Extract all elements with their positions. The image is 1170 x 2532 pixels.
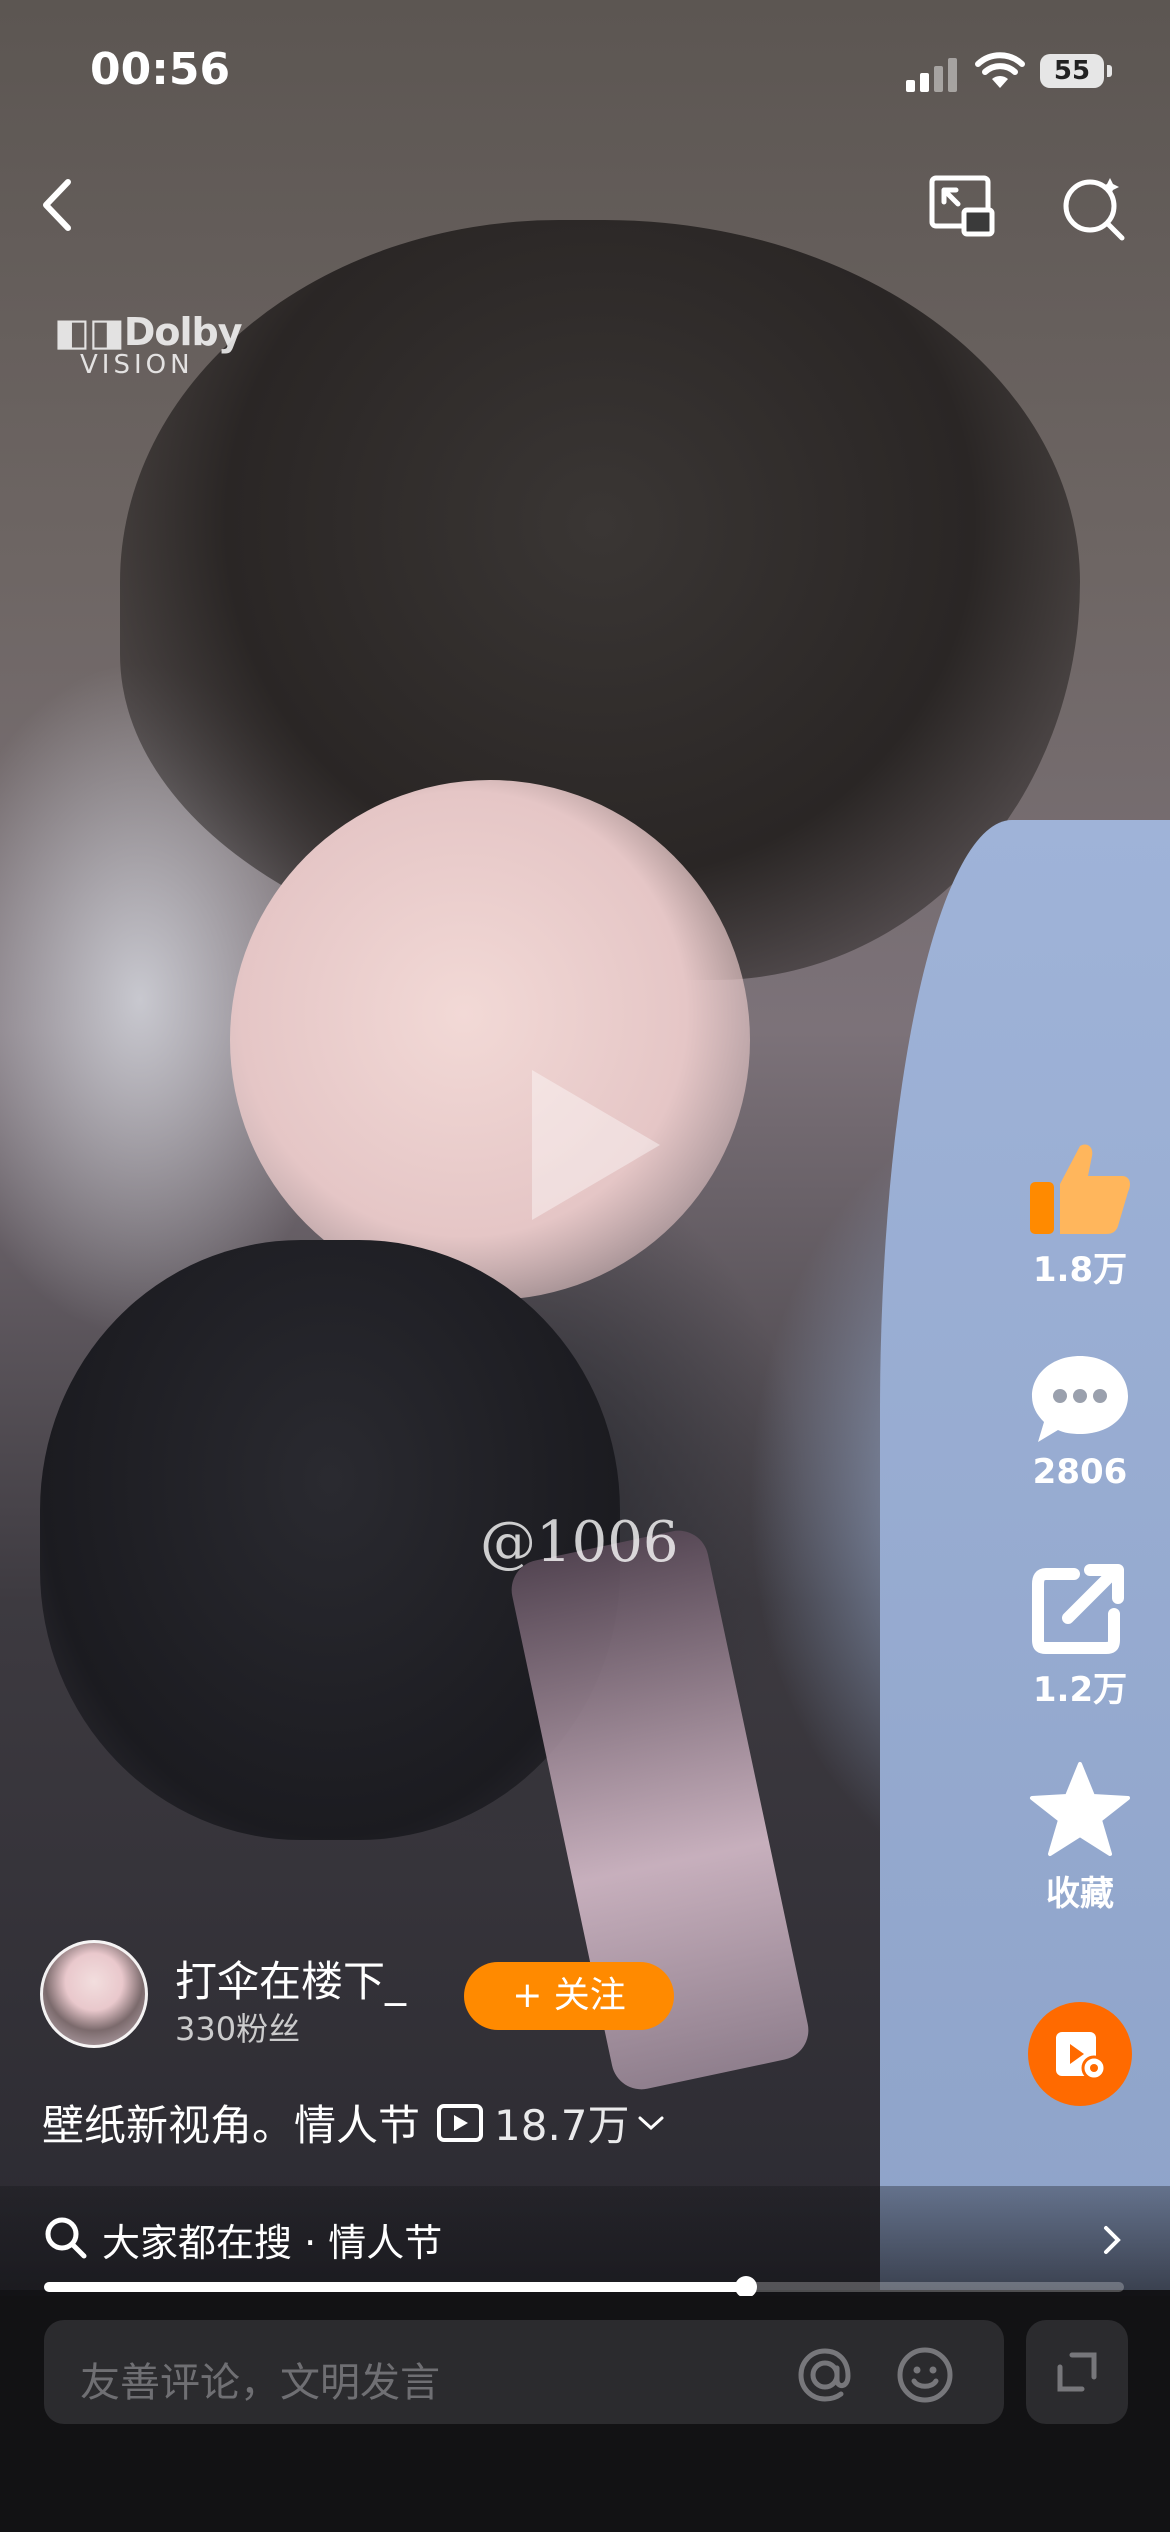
chevron-right-icon — [1104, 2226, 1121, 2254]
mention-icon[interactable] — [796, 2346, 854, 2404]
video-caption: 壁纸新视角。情人节 18.7万 — [42, 2092, 666, 2153]
comment-icon — [1032, 1356, 1128, 1442]
video-watermark: @1006 — [480, 1510, 679, 1575]
battery-indicator: 55 — [1040, 54, 1112, 88]
status-bar: 00:56 55 — [0, 0, 1170, 150]
status-time: 00:56 — [90, 44, 231, 95]
video-progress-bar[interactable] — [44, 2276, 1124, 2298]
play-icon[interactable] — [520, 1060, 670, 1230]
search-icon — [45, 2217, 87, 2259]
author-name[interactable]: 打伞在楼下_ — [175, 1948, 406, 2009]
thumbs-up-icon — [1030, 1144, 1130, 1234]
favorite-button[interactable]: 收藏 — [1020, 1760, 1140, 1915]
video-collection-icon — [1056, 2032, 1107, 2081]
expand-icon — [1057, 2352, 1097, 2392]
trending-search-bar[interactable]: 大家都在搜 · 情人节 — [0, 2186, 1170, 2296]
dolby-brand: Dolby — [123, 310, 243, 354]
follow-button[interactable]: + 关注 — [464, 1962, 674, 2030]
comment-button[interactable]: 2806 — [1020, 1350, 1140, 1492]
share-count: 1.2万 — [1032, 1670, 1128, 1710]
caption-text: 壁纸新视角。情人节 — [42, 2101, 421, 2150]
view-count: 18.7万 — [494, 2101, 630, 2150]
like-button[interactable]: 1.8万 — [1020, 1140, 1140, 1291]
avatar[interactable] — [40, 1940, 148, 2048]
view-count-toggle[interactable]: 18.7万 — [436, 2092, 666, 2153]
author-info: 打伞在楼下_ 330粉丝 + 关注 — [40, 1940, 740, 2050]
expand-button[interactable] — [1026, 2320, 1128, 2424]
comment-bar: 友善评论，文明发言 — [0, 2296, 1170, 2532]
star-icon — [1030, 1762, 1130, 1856]
dolby-logo-icon: ◧◨ — [54, 310, 125, 354]
comment-input[interactable]: 友善评论，文明发言 — [44, 2320, 1004, 2424]
author-fans: 330粉丝 — [175, 2010, 301, 2048]
mini-player-fab[interactable] — [1028, 2002, 1132, 2106]
pip-icon[interactable] — [926, 170, 998, 242]
share-icon — [1032, 1564, 1124, 1654]
play-count-icon — [437, 2103, 484, 2142]
back-icon[interactable] — [30, 170, 90, 240]
dolby-subtitle: VISION — [80, 350, 194, 380]
favorite-label: 收藏 — [1046, 1874, 1114, 1914]
comment-count: 2806 — [1032, 1452, 1128, 1492]
trending-search-text: 大家都在搜 · 情人节 — [102, 2221, 443, 2265]
wifi-icon — [975, 52, 1025, 88]
search-icon[interactable] — [1058, 170, 1130, 242]
emoji-icon[interactable] — [896, 2346, 954, 2404]
dolby-vision-badge: ◧◨Dolby VISION — [54, 310, 243, 380]
video-frame-face — [230, 780, 750, 1300]
chevron-down-icon — [638, 2116, 664, 2130]
progress-thumb[interactable] — [735, 2276, 757, 2298]
signal-icon — [906, 58, 957, 92]
like-count: 1.8万 — [1032, 1250, 1128, 1290]
progress-fill — [44, 2282, 746, 2292]
share-button[interactable]: 1.2万 — [1020, 1560, 1140, 1711]
comment-placeholder: 友善评论，文明发言 — [80, 2360, 440, 2406]
